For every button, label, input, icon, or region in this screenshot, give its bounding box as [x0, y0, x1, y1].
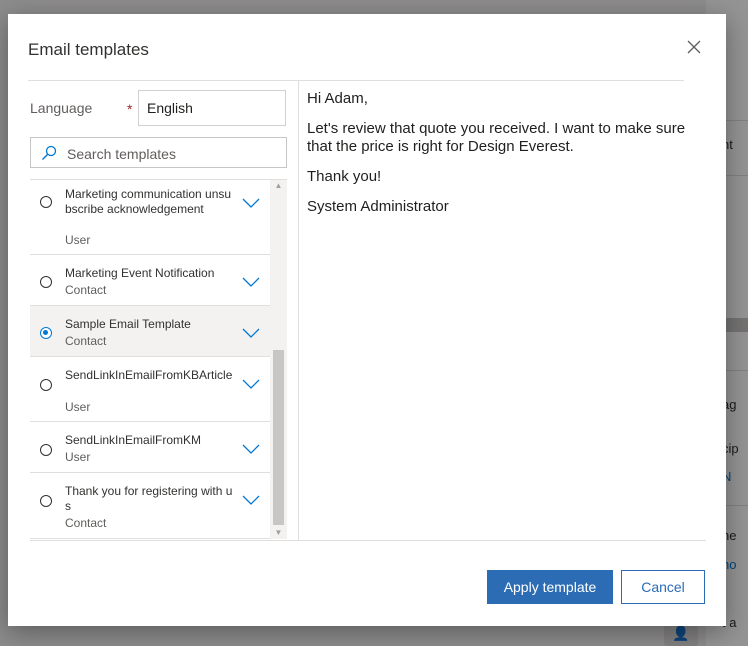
template-type: Contact [65, 334, 107, 348]
template-item-marketing-event[interactable]: Marketing Event Notification Contact [30, 255, 270, 306]
template-name: Thank you for registering with us [65, 484, 233, 513]
radio-button[interactable] [40, 495, 52, 507]
template-type: Contact [65, 283, 107, 297]
required-marker: * [127, 101, 133, 117]
preview-signature: System Administrator [307, 198, 449, 215]
template-name: Marketing communication unsubscribe ackn… [65, 187, 232, 216]
radio-button[interactable] [40, 444, 52, 456]
template-type: User [65, 400, 91, 414]
language-field[interactable]: English [138, 90, 286, 126]
chevron-down-icon[interactable] [242, 197, 260, 209]
radio-button-checked[interactable] [40, 327, 52, 339]
template-name: SendLinkInEmailFromKM [65, 433, 202, 447]
template-type: User [65, 233, 91, 247]
search-input[interactable] [65, 138, 279, 169]
radio-button[interactable] [40, 276, 52, 288]
template-type: User [65, 450, 91, 464]
title-divider [28, 80, 684, 81]
panel-divider [298, 81, 299, 540]
template-item-kb-article[interactable]: SendLinkInEmailFromKBArticle User [30, 357, 270, 422]
scroll-down-arrow-icon[interactable]: ▼ [270, 527, 287, 539]
search-box[interactable] [30, 137, 287, 169]
list-scrollbar[interactable]: ▲ ▼ [270, 180, 287, 539]
email-preview: Hi Adam, Let's review that quote you rec… [307, 90, 697, 228]
footer-divider [30, 540, 706, 541]
close-button[interactable] [684, 38, 704, 58]
template-item-km[interactable]: SendLinkInEmailFromKM User [30, 422, 270, 473]
chevron-down-icon[interactable] [242, 494, 260, 506]
search-icon [42, 145, 57, 160]
template-list: Marketing communication unsubscribe ackn… [30, 179, 287, 540]
template-name: Sample Email Template [65, 317, 191, 331]
preview-body: Let's review that quote you received. I … [307, 120, 686, 155]
language-label: Language [30, 100, 93, 116]
preview-closing: Thank you! [307, 168, 382, 185]
chevron-down-icon[interactable] [242, 276, 260, 288]
template-item-marketing-unsubscribe[interactable]: Marketing communication unsubscribe ackn… [30, 180, 270, 255]
chevron-down-icon[interactable] [242, 443, 260, 455]
scroll-up-arrow-icon[interactable]: ▲ [270, 180, 287, 192]
email-templates-dialog: Email templates Language * English Marke… [8, 14, 726, 626]
radio-button[interactable] [40, 196, 52, 208]
close-icon [687, 40, 701, 54]
chevron-down-icon[interactable] [242, 327, 260, 339]
apply-template-button[interactable]: Apply template [487, 570, 613, 604]
template-item-thank-you[interactable]: Thank you for registering with us Contac… [30, 473, 270, 539]
scroll-thumb[interactable] [273, 350, 284, 525]
dialog-title: Email templates [28, 40, 149, 59]
template-type: Contact [65, 516, 107, 530]
cancel-button[interactable]: Cancel [621, 570, 705, 604]
chevron-down-icon[interactable] [242, 378, 260, 390]
radio-button[interactable] [40, 379, 52, 391]
template-item-sample-email[interactable]: Sample Email Template Contact [30, 306, 270, 357]
template-name: Marketing Event Notification [65, 266, 215, 280]
preview-greeting: Hi Adam, [307, 90, 368, 107]
template-name: SendLinkInEmailFromKBArticle [65, 368, 233, 382]
